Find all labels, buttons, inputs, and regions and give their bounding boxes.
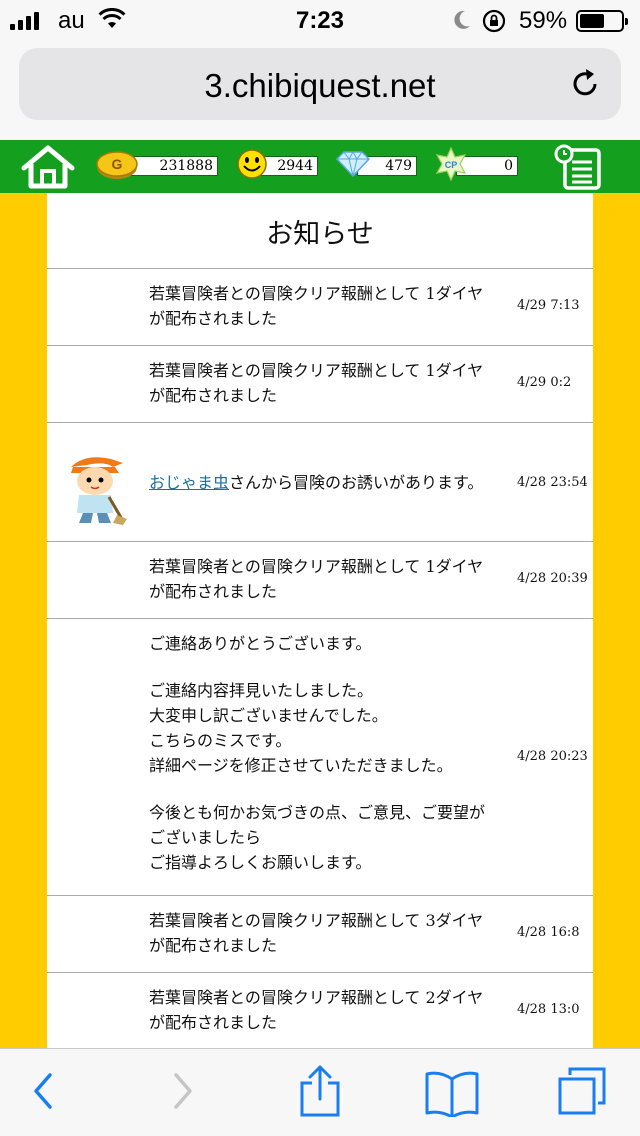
notice-panel: お知らせ 若葉冒険者との冒険クリア報酬として 1ダイヤ が配布されました 4/2… [47, 193, 593, 1048]
notice-message: 若葉冒険者との冒険クリア報酬として 1ダイヤ が配布されました [149, 554, 509, 604]
forward-icon[interactable] [170, 1071, 196, 1111]
notice-message: 若葉冒険者との冒険クリア報酬として 2ダイヤ が配布されました [149, 985, 509, 1035]
notice-list-icon[interactable] [553, 144, 603, 190]
notice-item: ご連絡ありがとうございます。 ご連絡内容拝見いたしました。 大変申し訳ございませ… [47, 619, 593, 896]
notice-line: ご連絡内容拝見いたしました。 [149, 681, 374, 700]
notice-item: 若葉冒険者との冒険クリア報酬として 1ダイヤ が配布されました 4/28 20:… [47, 542, 593, 619]
diamond-icon [335, 150, 371, 178]
game-header: 231888 G 2944 479 0 CP [0, 140, 640, 193]
notice-line: 大変申し訳ございませんでした。 [149, 706, 388, 725]
notice-date: 4/28 20:23 [517, 749, 588, 764]
status-bar: au 7:23 59% [0, 0, 640, 40]
notice-item: 若葉冒険者との冒険クリア報酬として 2ダイヤ が配布されました 4/28 13:… [47, 973, 593, 1048]
notice-date: 4/28 20:39 [517, 571, 588, 586]
left-side-bar [0, 193, 47, 1048]
gold-icon-letter: G [112, 156, 123, 172]
notice-line: 若葉冒険者との冒険クリア報酬として 1ダイヤ [149, 284, 484, 303]
notice-line: ご指導よろしくお願いします。 [149, 853, 372, 872]
notice-line: ございましたら [149, 828, 262, 847]
notice-line: が配布されました [149, 1013, 278, 1032]
inviter-link[interactable]: おじゃま虫 [149, 473, 229, 492]
right-side-bar [593, 193, 640, 1048]
gold-coin-icon: G [96, 151, 138, 179]
url-text[interactable]: 3.chibiquest.net [19, 67, 621, 105]
notice-line: 若葉冒険者との冒険クリア報酬として 1ダイヤ [149, 361, 484, 380]
notice-line: さんから冒険のお誘いがあります。 [229, 473, 484, 492]
notice-item: おじゃま虫さんから冒険のお誘いがあります。 4/28 23:54 [47, 423, 593, 542]
notice-line: 詳細ページを修正させていただきました。 [149, 756, 453, 775]
cp-icon-label: CP [445, 160, 458, 170]
avatar [71, 457, 127, 525]
page-title: お知らせ [47, 193, 593, 269]
notice-message: 若葉冒険者との冒険クリア報酬として 3ダイヤ が配布されました [149, 908, 509, 958]
notice-item: 若葉冒険者との冒険クリア報酬として 1ダイヤ が配布されました 4/29 7:1… [47, 269, 593, 346]
notice-line: 若葉冒険者との冒険クリア報酬として 2ダイヤ [149, 988, 484, 1007]
diamond-stat: 479 [335, 150, 419, 178]
notice-line: 若葉冒険者との冒険クリア報酬として 1ダイヤ [149, 557, 484, 576]
notice-line: が配布されました [149, 936, 278, 955]
address-bar[interactable]: 3.chibiquest.net [19, 48, 621, 120]
notice-message: 若葉冒険者との冒険クリア報酬として 1ダイヤ が配布されました [149, 358, 509, 408]
notice-date: 4/28 23:54 [517, 475, 588, 490]
home-icon[interactable] [20, 144, 76, 190]
cp-stat: 0 CP [434, 147, 520, 181]
notice-item: 若葉冒険者との冒険クリア報酬として 1ダイヤ が配布されました 4/29 0:2 [47, 346, 593, 423]
notice-line: が配布されました [149, 386, 278, 405]
notice-line: こちらのミスです。 [149, 731, 292, 750]
notice-line: 今後とも何かお気づきの点、ご意見、ご要望が [149, 803, 486, 822]
tabs-icon[interactable] [556, 1065, 608, 1117]
notice-message: おじゃま虫さんから冒険のお誘いがあります。 [149, 470, 519, 495]
notice-message: ご連絡ありがとうございます。 ご連絡内容拝見いたしました。 大変申し訳ございませ… [149, 631, 509, 875]
rotation-lock-icon [482, 9, 506, 33]
moon-icon [454, 10, 470, 29]
notice-line: ご連絡ありがとうございます。 [149, 634, 372, 653]
notice-date: 4/28 13:0 [517, 1002, 580, 1017]
bookmarks-icon[interactable] [424, 1069, 480, 1117]
battery-icon [576, 10, 628, 32]
notice-line: 若葉冒険者との冒険クリア報酬として 3ダイヤ [149, 911, 484, 930]
notice-message: 若葉冒険者との冒険クリア報酬として 1ダイヤ が配布されました [149, 281, 509, 331]
browser-toolbar [0, 1048, 640, 1136]
notice-date: 4/29 0:2 [517, 375, 572, 390]
smile-stat: 2944 [236, 149, 320, 179]
back-icon[interactable] [30, 1071, 56, 1111]
smile-icon [237, 149, 267, 179]
notice-line: が配布されました [149, 309, 278, 328]
gold-stat: 231888 G [96, 151, 220, 179]
notice-line: が配布されました [149, 582, 278, 601]
battery-percent: 59% [519, 7, 568, 34]
share-icon[interactable] [298, 1063, 342, 1119]
notice-date: 4/29 7:13 [517, 298, 580, 313]
reload-icon[interactable] [567, 66, 603, 102]
notice-date: 4/28 16:8 [517, 925, 580, 940]
notice-item: 若葉冒険者との冒険クリア報酬として 3ダイヤ が配布されました 4/28 16:… [47, 896, 593, 973]
cp-star-icon: CP [435, 147, 467, 181]
battery-fill [580, 14, 604, 28]
